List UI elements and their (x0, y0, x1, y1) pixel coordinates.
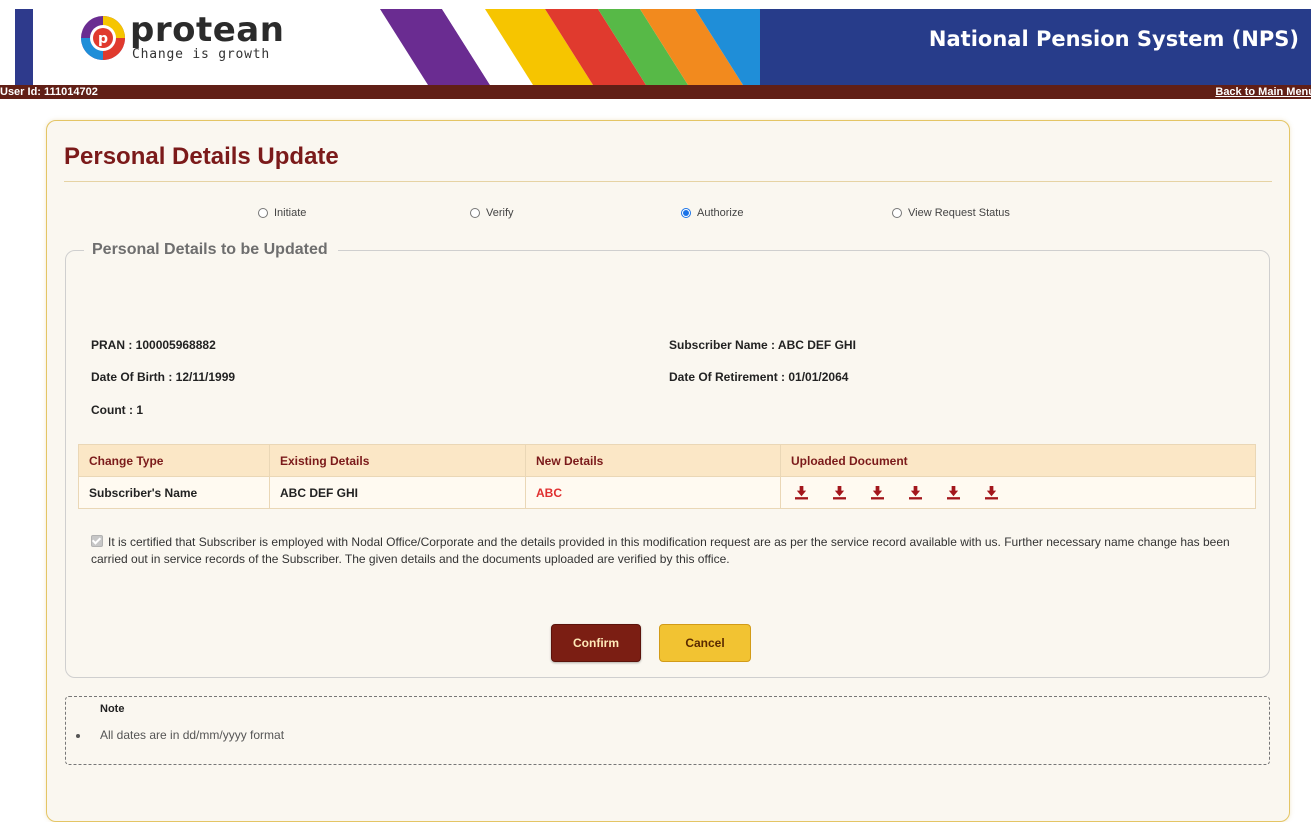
page-title: Personal Details Update (64, 143, 339, 170)
certification-statement: It is certified that Subscriber is emplo… (91, 534, 1261, 568)
radio-initiate[interactable] (258, 208, 268, 218)
step-label: Authorize (697, 207, 744, 219)
retirement-info: Date Of Retirement : 01/01/2064 (669, 370, 849, 384)
cell-existing-details: ABC DEF GHI (269, 476, 526, 509)
subscriber-name-info: Subscriber Name : ABC DEF GHI (669, 338, 856, 352)
download-icon[interactable] (833, 485, 846, 500)
col-existing-details: Existing Details (269, 444, 526, 477)
title-divider (64, 181, 1272, 182)
step-authorize[interactable]: Authorize (681, 207, 743, 219)
cell-change-type: Subscriber's Name (78, 476, 270, 509)
bullet-icon (76, 733, 80, 738)
note-item: All dates are in dd/mm/yyyy format (76, 728, 284, 742)
note-box: Note All dates are in dd/mm/yyyy format (65, 696, 1270, 765)
step-verify[interactable]: Verify (470, 207, 514, 219)
table-header-row: Change Type Existing Details New Details… (78, 444, 1256, 477)
document-download-icons (791, 485, 1245, 500)
main-card: Personal Details Update Initiate Verify … (46, 120, 1290, 822)
workflow-steps: Initiate Verify Authorize View Request S… (47, 207, 1289, 227)
download-icon[interactable] (947, 485, 960, 500)
col-new-details: New Details (525, 444, 781, 477)
step-label: Verify (486, 207, 514, 219)
cell-uploaded-documents (780, 476, 1256, 509)
confirm-button[interactable]: Confirm (551, 624, 641, 662)
changes-table: Change Type Existing Details New Details… (78, 444, 1256, 509)
cancel-button[interactable]: Cancel (659, 624, 751, 662)
note-item-text: All dates are in dd/mm/yyyy format (100, 728, 285, 742)
radio-authorize[interactable] (681, 208, 691, 218)
certification-checkbox[interactable] (91, 535, 103, 547)
app-title: National Pension System (NPS) (928, 27, 1299, 51)
section-legend: Personal Details to be Updated (84, 241, 338, 259)
step-initiate[interactable]: Initiate (258, 207, 306, 219)
user-id: User Id: 111014702 (0, 86, 98, 98)
download-icon[interactable] (909, 485, 922, 500)
download-icon[interactable] (871, 485, 884, 500)
cell-new-details: ABC (525, 476, 781, 509)
col-uploaded-document: Uploaded Document (780, 444, 1256, 477)
step-label: Initiate (274, 207, 307, 219)
back-to-main-menu-link[interactable]: Back to Main Menu (1215, 85, 1311, 99)
download-icon[interactable] (795, 485, 808, 500)
site-header: p protean Change is growth National Pens… (0, 0, 1311, 85)
personal-details-section: Personal Details to be Updated PRAN : 10… (65, 241, 1270, 678)
dob-info: Date Of Birth : 12/11/1999 (91, 370, 236, 384)
count-info: Count : 1 (91, 403, 143, 417)
step-view-request-status[interactable]: View Request Status (892, 207, 1010, 219)
radio-view-request-status[interactable] (892, 208, 902, 218)
certification-text: It is certified that Subscriber is emplo… (91, 535, 1230, 566)
pran-info: PRAN : 100005968882 (91, 338, 216, 352)
user-bar: User Id: 111014702 Back to Main Menu (0, 85, 1311, 99)
col-change-type: Change Type (78, 444, 270, 477)
note-title: Note (100, 703, 125, 715)
step-label: View Request Status (908, 207, 1010, 219)
download-icon[interactable] (985, 485, 998, 500)
table-row: Subscriber's Name ABC DEF GHI ABC (78, 476, 1256, 509)
radio-verify[interactable] (470, 208, 480, 218)
